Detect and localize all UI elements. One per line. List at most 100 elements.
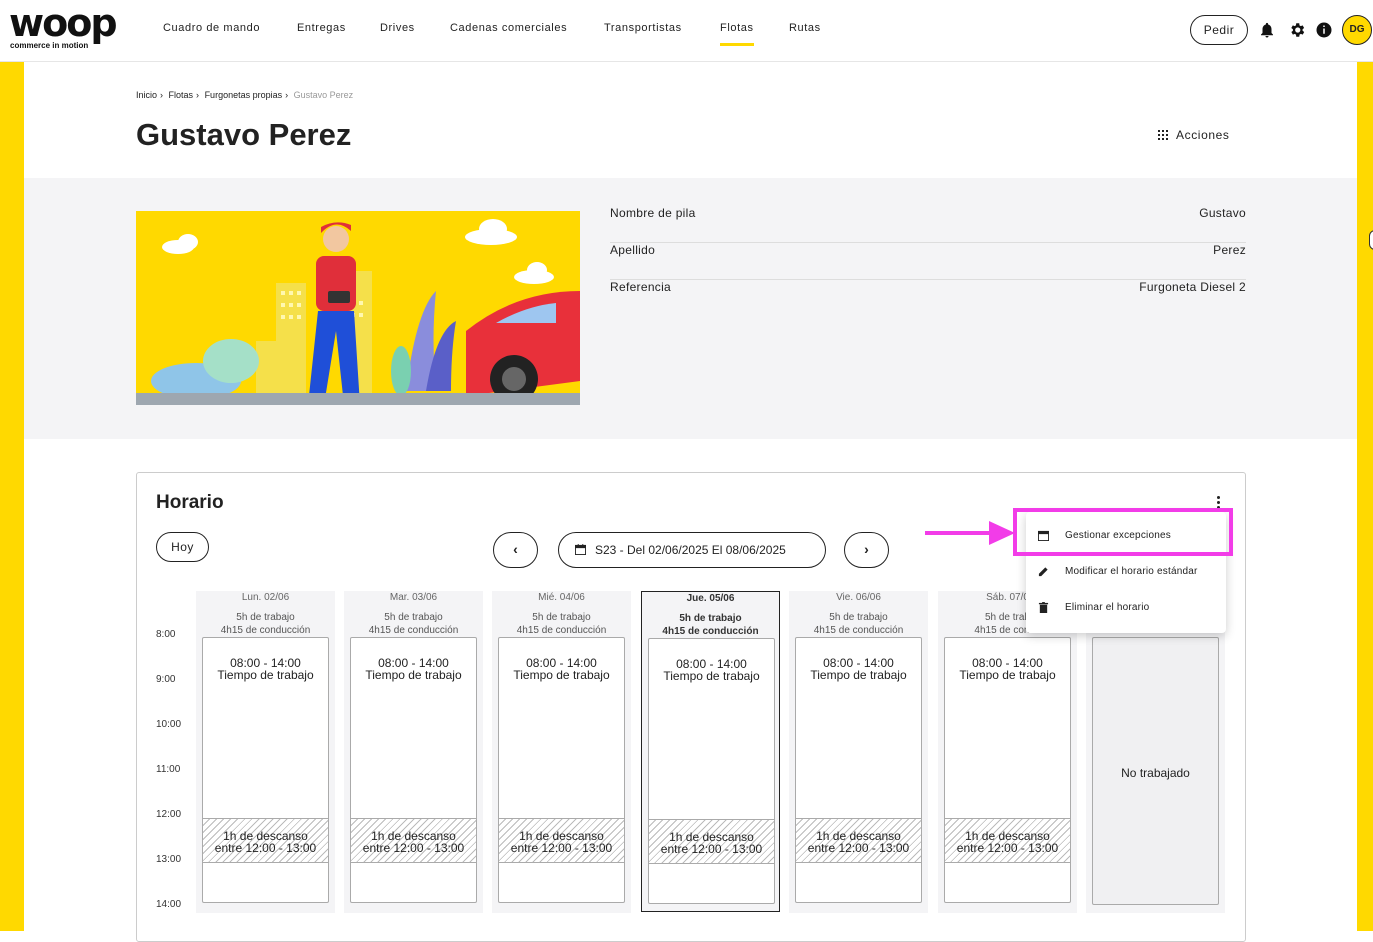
woop-logo[interactable]: woop commerce in motion	[9, 4, 121, 54]
work-slot[interactable]: 08:00 - 14:00 Tiempo de trabajo 1h de de…	[944, 637, 1071, 903]
day-column[interactable]: Lun. 02/06 5h de trabajo 4h15 de conducc…	[196, 591, 335, 913]
day-name: Mié. 04/06	[538, 592, 585, 603]
pedir-button[interactable]: Pedir	[1190, 15, 1248, 45]
menu-item-label: Modificar el horario estándar	[1065, 566, 1198, 577]
work-hours: 5h de trabajo	[236, 612, 295, 623]
menu-item-label: Eliminar el horario	[1065, 602, 1150, 613]
schedule-title: Horario	[156, 492, 224, 513]
work-slot[interactable]: 08:00 - 14:00 Tiempo de trabajo 1h de de…	[202, 637, 329, 903]
break-block: 1h de descanso entre 12:00 - 13:00	[649, 819, 774, 864]
break-window: entre 12:00 - 13:00	[362, 841, 465, 855]
work-hours: 5h de trabajo	[532, 612, 591, 623]
day-name: Mar. 03/06	[389, 592, 438, 603]
drive-hours: 4h15 de conducción	[516, 625, 607, 636]
hour-label: 8:00	[156, 629, 176, 640]
work-hours: 5h de trabajo	[384, 612, 443, 623]
week-selector[interactable]: S23 - Del 02/06/2025 El 08/06/2025	[558, 532, 826, 568]
info-key: Nombre de pila	[610, 206, 696, 220]
slot-label: Tiempo de trabajo	[959, 668, 1056, 682]
bell-icon[interactable]	[1258, 21, 1276, 39]
day-column[interactable]: Vie. 06/06 5h de trabajo 4h15 de conducc…	[789, 591, 928, 913]
work-slot[interactable]: 08:00 - 14:00 Tiempo de trabajo 1h de de…	[795, 637, 922, 903]
previous-week-button[interactable]: ‹	[493, 532, 538, 568]
nav-item-drives[interactable]: Drives	[380, 22, 415, 34]
hour-label: 14:00	[156, 899, 182, 910]
day-column[interactable]: Mar. 03/06 5h de trabajo 4h15 de conducc…	[344, 591, 483, 913]
logo-tagline: commerce in motion	[10, 41, 89, 50]
day-column-today[interactable]: Jue. 05/06 5h de trabajo 4h15 de conducc…	[641, 591, 780, 912]
gear-icon[interactable]	[1288, 21, 1306, 39]
annotation-arrow-icon	[925, 521, 1015, 545]
breadcrumb-inicio[interactable]: Inicio	[136, 90, 157, 100]
break-block: 1h de descanso entre 12:00 - 13:00	[499, 818, 624, 863]
day-column[interactable]: Sáb. 07/0 5h de trab 4h15 de condu 08:00…	[938, 591, 1077, 913]
slot-label: Tiempo de trabajo	[513, 668, 610, 682]
slot-label: Tiempo de trabajo	[663, 669, 760, 683]
day-column[interactable]: Mié. 04/06 5h de trabajo 4h15 de conducc…	[492, 591, 631, 913]
work-slot[interactable]: 08:00 - 14:00 Tiempo de trabajo 1h de de…	[350, 637, 477, 903]
drive-hours: 4h15 de conducción	[220, 625, 311, 636]
acciones-label: Acciones	[1176, 128, 1230, 142]
driver-illustration	[136, 211, 580, 405]
calendar-icon	[575, 544, 586, 555]
work-hours: 5h de trabajo	[679, 613, 742, 624]
today-button[interactable]: Hoy	[156, 532, 209, 562]
not-worked-block[interactable]: No trabajado	[1092, 637, 1219, 905]
menu-item-eliminar-horario[interactable]: Eliminar el horario	[1026, 590, 1226, 626]
break-block: 1h de descanso entre 12:00 - 13:00	[945, 818, 1070, 863]
trash-icon	[1038, 602, 1049, 613]
break-block: 1h de descanso entre 12:00 - 13:00	[796, 818, 921, 863]
break-block: 1h de descanso entre 12:00 - 13:00	[351, 818, 476, 863]
day-name: Lun. 02/06	[241, 592, 290, 603]
nav-item-flotas[interactable]: Flotas	[720, 22, 754, 46]
nav-item-rutas[interactable]: Rutas	[789, 22, 821, 34]
work-hours: 5h de trabajo	[829, 612, 888, 623]
info-key: Referencia	[610, 280, 672, 294]
menu-item-modificar-horario[interactable]: Modificar el horario estándar	[1026, 554, 1226, 590]
break-window: entre 12:00 - 13:00	[956, 841, 1059, 855]
drive-hours: 4h15 de conducción	[662, 626, 759, 637]
side-toggle-handle[interactable]	[1369, 230, 1373, 250]
top-navigation-bar: woop commerce in motion Cuadro de mando …	[0, 0, 1373, 62]
page-title: Gustavo Perez	[136, 117, 352, 152]
acciones-button[interactable]: Acciones	[1158, 128, 1230, 142]
not-worked-label: No trabajado	[1121, 766, 1190, 780]
slot-label: Tiempo de trabajo	[810, 668, 907, 682]
nav-item-cadenas-comerciales[interactable]: Cadenas comerciales	[450, 22, 567, 34]
info-row-referencia: Referencia Furgoneta Diesel 2	[610, 280, 1246, 317]
info-row-apellido: Apellido Perez	[610, 243, 1246, 280]
right-accent-bar	[1357, 62, 1373, 931]
pencil-icon	[1038, 567, 1048, 577]
breadcrumb-flotas[interactable]: Flotas	[169, 90, 194, 100]
info-value: Furgoneta Diesel 2	[1139, 280, 1246, 294]
hour-label: 10:00	[156, 719, 182, 730]
week-label: S23 - Del 02/06/2025 El 08/06/2025	[595, 543, 786, 557]
hour-label: 12:00	[156, 809, 182, 820]
work-slot[interactable]: 08:00 - 14:00 Tiempo de trabajo 1h de de…	[648, 638, 775, 904]
info-icon[interactable]	[1315, 21, 1333, 39]
left-accent-bar	[0, 62, 24, 931]
info-row-nombre: Nombre de pila Gustavo	[610, 206, 1246, 243]
nav-item-transportistas[interactable]: Transportistas	[604, 22, 682, 34]
day-column-sunday[interactable]: No trabajado	[1086, 591, 1225, 913]
drive-hours: 4h15 de conducción	[813, 625, 904, 636]
nav-item-entregas[interactable]: Entregas	[297, 22, 346, 34]
next-week-button[interactable]: ›	[844, 532, 889, 568]
chevron-left-icon: ‹	[513, 541, 518, 557]
user-avatar[interactable]: DG	[1342, 15, 1372, 45]
nav-item-cuadro-de-mando[interactable]: Cuadro de mando	[163, 22, 260, 34]
breadcrumb-furgonetas[interactable]: Furgonetas propias	[205, 90, 283, 100]
hour-label: 9:00	[156, 674, 176, 685]
highlight-box	[1013, 508, 1233, 556]
break-window: entre 12:00 - 13:00	[214, 841, 317, 855]
work-slot[interactable]: 08:00 - 14:00 Tiempo de trabajo 1h de de…	[498, 637, 625, 903]
slot-label: Tiempo de trabajo	[217, 668, 314, 682]
info-key: Apellido	[610, 243, 656, 257]
break-window: entre 12:00 - 13:00	[510, 841, 613, 855]
drive-hours: 4h15 de conducción	[368, 625, 459, 636]
break-window: entre 12:00 - 13:00	[660, 842, 763, 856]
breadcrumb-current: Gustavo Perez	[293, 90, 354, 100]
breadcrumb: Inicio › Flotas › Furgonetas propias › Gust…	[136, 90, 354, 100]
day-name: Jue. 05/06	[686, 593, 735, 604]
chevron-right-icon: ›	[864, 541, 869, 557]
